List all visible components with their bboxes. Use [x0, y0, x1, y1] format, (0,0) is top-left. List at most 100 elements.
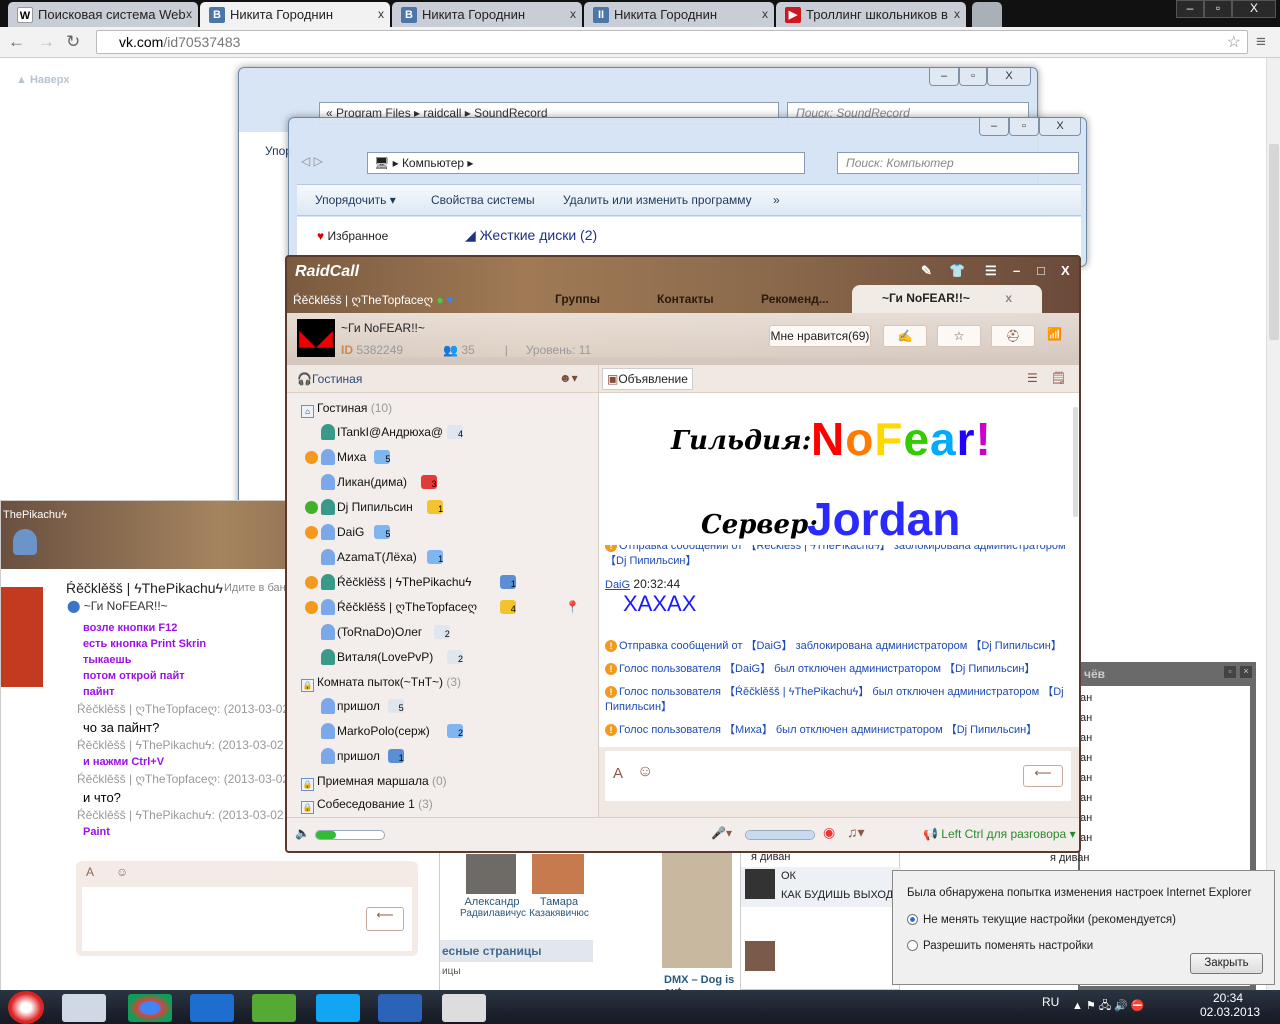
new-tab-button[interactable] — [972, 2, 1002, 27]
language-indicator[interactable]: RU — [1042, 995, 1059, 1009]
favorite-button[interactable]: ☆ — [937, 325, 981, 347]
close-tab-icon[interactable]: x — [762, 7, 768, 21]
minimize-button[interactable]: – — [979, 118, 1009, 136]
nav-arrows[interactable]: ◁ ▷ — [301, 154, 349, 174]
member-item[interactable]: Dj Пипильсин 1 — [303, 498, 593, 518]
contact-photo[interactable] — [1, 587, 43, 687]
hard-drives-group[interactable]: ◢ Жесткие диски (2) — [465, 227, 597, 244]
speaker-icon[interactable] — [305, 601, 318, 614]
uninstall-program-button[interactable]: Удалить или изменить программу — [563, 193, 752, 207]
page-scrollbar[interactable] — [1266, 58, 1280, 990]
music-icon[interactable]: ♫▾ — [847, 824, 865, 841]
apply-member-button[interactable]: ✍ — [883, 325, 927, 347]
member-item[interactable]: Ликан(дима) 3 — [303, 473, 593, 493]
chat-scrollbar[interactable] — [1073, 407, 1078, 517]
restore-button[interactable]: ▫ — [1204, 0, 1232, 18]
member-item[interactable]: Ŕěčklěšš | ღTheTopfaceღ 4 📍 — [303, 598, 593, 618]
speaker-icon[interactable] — [305, 451, 318, 464]
close-button[interactable]: X — [1061, 263, 1070, 278]
close-tab-icon[interactable]: x — [378, 7, 384, 21]
tray-icons[interactable]: ▲ ⚑ 🖧 🔊 ⛔ — [1072, 997, 1145, 1016]
font-icon[interactable]: A — [613, 765, 623, 782]
clock[interactable]: 20:34 02.03.2013 — [1200, 991, 1260, 1019]
maximize-button[interactable]: ▫ — [1009, 118, 1039, 136]
mic-volume-slider[interactable] — [745, 830, 815, 840]
send-button[interactable]: ⟵ — [366, 907, 404, 931]
send-button[interactable]: ⟵ — [1023, 765, 1063, 787]
admin-button[interactable]: ⛑ — [991, 325, 1035, 347]
room-0[interactable]: ⌂ Гостиная (10) — [301, 401, 392, 418]
taskbar-mailru[interactable] — [190, 994, 234, 1022]
room-1[interactable]: 🔒 Комната пыток(~ТнТ~) (3) — [301, 675, 461, 692]
member-item[interactable]: пришол 1 — [303, 747, 593, 767]
font-icon[interactable]: A — [86, 865, 94, 879]
tab-groups[interactable]: Группы — [555, 292, 600, 306]
organize-button[interactable]: Упорядочить ▾ — [315, 193, 396, 207]
back-to-top-link[interactable]: ▲ Наверх — [16, 74, 69, 86]
emoji-icon[interactable]: ☺ — [637, 763, 653, 781]
tab-group-nofear[interactable]: ~Ги NoFEAR!!~ x — [852, 285, 1042, 313]
minimize-button[interactable]: – — [1176, 0, 1204, 18]
option-keep-settings[interactable]: Не менять текущие настройки (рекомендует… — [907, 914, 1176, 926]
close-tab-icon[interactable]: x — [186, 7, 192, 21]
member-item[interactable]: Ŕěčklěšš | ϟThePikachuϟ 1 — [303, 573, 593, 593]
taskbar-skype[interactable] — [316, 994, 360, 1022]
photo[interactable] — [662, 850, 732, 968]
emoji-icon[interactable]: ☺ — [116, 865, 128, 879]
start-button[interactable] — [8, 991, 44, 1024]
search-input[interactable]: Поиск: Компьютер — [837, 152, 1079, 174]
channel-options-icon[interactable]: ☻▾ — [559, 371, 578, 385]
friend-avatar[interactable] — [466, 854, 516, 894]
member-item[interactable]: DaiG 5 — [303, 523, 593, 543]
close-tab-icon[interactable]: x — [954, 7, 960, 21]
member-item[interactable]: MarkoPolo(серж) 2 — [303, 722, 593, 742]
dialog-avatar[interactable] — [745, 941, 775, 971]
member-item[interactable]: пришол 5 — [303, 697, 593, 717]
close-button[interactable]: X — [1232, 0, 1276, 18]
address-bar[interactable]: 🖥 ▸ Компьютер ▸ — [367, 152, 805, 174]
minimize-button[interactable]: – — [1013, 263, 1020, 278]
browser-tab[interactable]: B Никита Городнин x — [392, 2, 582, 27]
like-button[interactable]: Мне нравится(69) — [769, 325, 871, 347]
speaker-icon[interactable]: 🔈 — [295, 826, 310, 840]
tab-recommended[interactable]: Рекоменд... — [761, 292, 829, 306]
taskbar-mail[interactable] — [62, 994, 106, 1022]
speaker-icon[interactable] — [305, 526, 318, 539]
back-icon[interactable]: ← — [8, 32, 25, 52]
address-bar[interactable]: vk.com/id70537483 ☆ — [96, 30, 1248, 54]
close-button[interactable]: X — [987, 68, 1031, 86]
member-item[interactable]: Виталя(LovePvP) 2 — [303, 648, 593, 668]
list-icon[interactable]: ☰ — [1027, 371, 1038, 385]
system-properties-button[interactable]: Свойства системы — [431, 193, 535, 207]
maximize-button[interactable]: □ — [1037, 263, 1045, 278]
close-icon[interactable]: × — [1240, 666, 1252, 678]
taskbar-notepad[interactable] — [442, 994, 486, 1022]
lobby-label[interactable]: 🎧Гостиная — [297, 372, 362, 386]
browser-tab[interactable]: II Никита Городнин x — [584, 2, 774, 27]
menu-icon[interactable]: ☰ — [985, 263, 997, 279]
menu-icon[interactable]: ≡ — [1256, 32, 1266, 52]
message-input[interactable] — [82, 887, 412, 951]
browser-tab[interactable]: W Поисковая система Web x — [8, 2, 198, 27]
speaker-icon[interactable] — [305, 501, 318, 514]
chat-input[interactable]: A ☺ ⟵ — [605, 751, 1071, 801]
current-user[interactable]: Ŕěčklěšš | ღTheTopfaceღ ● ▾ — [293, 293, 453, 307]
tab-contacts[interactable]: Контакты — [657, 292, 714, 306]
friend-avatar[interactable] — [532, 854, 584, 894]
favorites-item[interactable]: ♥ Избранное — [317, 229, 388, 243]
speaker-icon[interactable] — [305, 576, 318, 589]
friend-name[interactable]: Тамара Казакявичюс — [524, 896, 594, 919]
room-2[interactable]: 🔒 Приемная маршала (0) — [301, 774, 447, 791]
member-item[interactable]: (ToRnaDo)Олег 2 — [303, 623, 593, 643]
option-allow-change[interactable]: Разрешить поменять настройки — [907, 940, 1093, 952]
minimize-button[interactable]: – — [929, 68, 959, 86]
friend-name[interactable]: Александр Радвилавичус — [460, 896, 526, 919]
push-to-talk-selector[interactable]: 📢 Left Ctrl для разговора ▾ — [923, 827, 1076, 841]
bookmark-star-icon[interactable]: ☆ — [1227, 32, 1241, 52]
forward-icon[interactable]: → — [38, 32, 55, 52]
notes-icon[interactable]: 🗒 — [1051, 371, 1066, 385]
browser-tab[interactable]: ▶ Троллинг школьников в x — [776, 2, 966, 27]
close-tab-icon[interactable]: x — [570, 7, 576, 21]
member-item[interactable]: AzamaT(Лёха) 1 — [303, 548, 593, 568]
taskbar-chrome[interactable] — [128, 994, 172, 1022]
